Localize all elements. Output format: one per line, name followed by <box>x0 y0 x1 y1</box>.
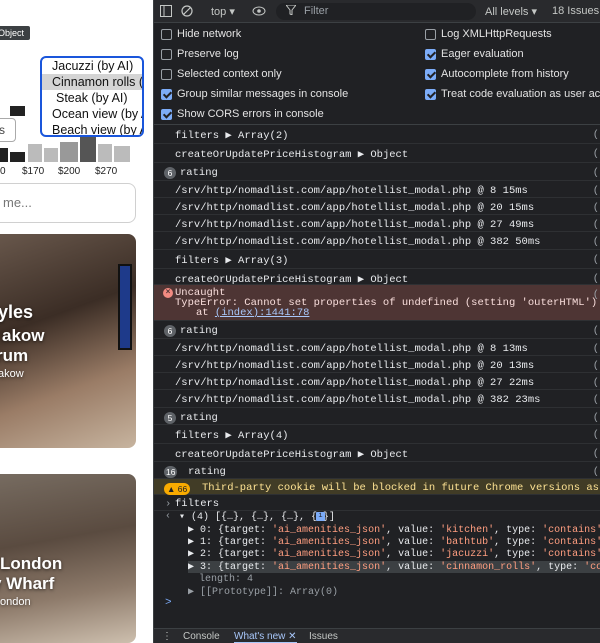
error-icon: × <box>163 288 173 298</box>
live-expression-eye-icon[interactable] <box>252 5 266 20</box>
object-tooltip: Object <box>0 26 31 40</box>
log-row[interactable]: filters ▶ Array(2)( <box>154 125 600 144</box>
console-output: filters ▶ Array(2)( createOrUpdatePriceH… <box>154 125 600 628</box>
devtools-panel: top ▾ Filter All levels ▾ 18 Issues: Hid… <box>153 0 600 643</box>
price-label: $270 <box>95 166 118 177</box>
listbox-option[interactable]: Steak (by AI) <box>42 90 142 106</box>
log-row-group[interactable]: 6 rating( <box>154 321 600 339</box>
log-row[interactable]: /srv/http/nomadlist.com/app/hotellist_mo… <box>154 215 600 232</box>
console-toolbar: top ▾ Filter All levels ▾ 18 Issues: <box>154 0 600 23</box>
hotel-name-line: y Wharf <box>0 574 55 593</box>
hotel-city: ondon <box>0 596 31 608</box>
input-chevron-icon: › <box>165 498 172 510</box>
log-row[interactable]: /srv/http/nomadlist.com/app/hotellist_mo… <box>154 339 600 356</box>
log-row[interactable]: createOrUpdatePriceHistogram ▶ Object( <box>154 269 600 286</box>
input-echo-row[interactable]: › filters <box>154 495 600 511</box>
repeat-count-badge: 16 <box>164 466 178 478</box>
tab-whats-new[interactable]: What's new ✕ <box>234 631 297 643</box>
info-icon: i <box>316 512 325 521</box>
log-row-group[interactable]: 16 rating( <box>154 462 600 479</box>
repeat-count-badge: 5 <box>164 412 176 424</box>
log-row-group[interactable]: 6 rating( <box>154 163 600 181</box>
filter-input[interactable]: Filter <box>276 3 476 20</box>
error-row[interactable]: × Uncaught TypeError: Cannot set propert… <box>154 285 600 321</box>
log-row[interactable]: /srv/http/nomadlist.com/app/hotellist_mo… <box>154 232 600 250</box>
tab-issues[interactable]: Issues <box>309 631 338 642</box>
log-row[interactable]: /srv/http/nomadlist.com/app/hotellist_mo… <box>154 356 600 373</box>
sidebar-toggle-icon[interactable] <box>160 5 172 20</box>
repeat-count-badge: 6 <box>164 167 176 179</box>
array-item[interactable]: ▶ 0: {target: 'ai_amenities_json', value… <box>188 524 600 536</box>
price-label: $200 <box>58 166 81 177</box>
result-array-tree[interactable]: ‹ ▾ (4) [{…}, {…}, {…}, {…}] i ▶ 0: {tar… <box>154 511 600 611</box>
listbox-option-selected[interactable]: Cinnamon rolls (b <box>42 74 142 90</box>
price-label: 0 <box>0 166 6 177</box>
warning-count-badge: ▲ 66 <box>164 483 191 495</box>
drawer-tab-bar: ⋮ Console What's new ✕ Issues <box>154 628 600 643</box>
array-item-hovered[interactable]: ▶ 3: {target: 'ai_amenities_json', value… <box>188 561 600 573</box>
hotel-name-line: ntrum <box>0 346 29 365</box>
hotel-card[interactable]: London y Wharf ondon <box>0 474 136 643</box>
log-row[interactable]: filters ▶ Array(4)( <box>154 425 600 444</box>
log-row[interactable]: /srv/http/nomadlist.com/app/hotellist_mo… <box>154 390 600 408</box>
listbox-option[interactable]: Ocean view (by A <box>42 106 142 122</box>
log-row[interactable]: /srv/http/nomadlist.com/app/hotellist_mo… <box>154 198 600 215</box>
search-input[interactable]: me... <box>0 183 136 223</box>
webpage-background: Object s Jacuzzi (by AI) Cinnamon rolls … <box>0 0 153 643</box>
console-prompt[interactable]: > <box>165 597 172 609</box>
array-summary[interactable]: ▾ (4) [{…}, {…}, {…}, {…}] <box>179 511 335 523</box>
array-item[interactable]: ▶ 1: {target: 'ai_amenities_json', value… <box>188 536 600 548</box>
drawer-menu-icon[interactable]: ⋮ <box>162 631 172 642</box>
tab-console[interactable]: Console <box>183 631 220 642</box>
log-row[interactable]: createOrUpdatePriceHistogram ▶ Object( <box>154 444 600 462</box>
filter-icon <box>284 4 298 18</box>
tv-image-detail <box>118 264 132 350</box>
listbox-option[interactable]: Beach view (by A <box>42 122 142 135</box>
console-settings-pane: Hide network Preserve log Selected conte… <box>154 23 600 125</box>
log-row[interactable]: /srv/http/nomadlist.com/app/hotellist_mo… <box>154 373 600 390</box>
context-selector[interactable]: top ▾ <box>211 5 235 18</box>
listbox-option[interactable]: Jacuzzi (by AI) <box>42 58 142 74</box>
log-levels-dropdown[interactable]: All levels ▾ <box>485 5 537 18</box>
source-link[interactable]: (index):1441:78 <box>215 307 310 319</box>
warning-row[interactable]: ▲ 66 Third-party cookie will be blocked … <box>154 479 600 495</box>
amenity-listbox[interactable]: Jacuzzi (by AI) Cinnamon rolls (b Steak … <box>40 56 144 137</box>
log-row[interactable]: /srv/http/nomadlist.com/app/hotellist_mo… <box>154 181 600 198</box>
output-chevron-icon: ‹ <box>165 511 172 522</box>
log-row-group[interactable]: 5 rating( <box>154 408 600 425</box>
array-length: length: 4 <box>199 574 254 585</box>
array-prototype[interactable]: ▶ [[Prototype]]: Array(0) <box>188 586 338 598</box>
hotel-city: akow <box>0 368 24 380</box>
array-item[interactable]: ▶ 2: {target: 'ai_amenities_json', value… <box>188 548 600 560</box>
sort-box[interactable]: s <box>0 118 16 142</box>
hotel-name-line: Styles <box>0 302 34 322</box>
filter-placeholder: Filter <box>304 5 329 17</box>
hotel-name-line: akow <box>2 326 45 345</box>
hotel-name-line: London <box>0 554 63 573</box>
hotel-card[interactable]: Styles akow ntrum akow <box>0 234 136 448</box>
log-row[interactable]: createOrUpdatePriceHistogram ▶ Object( <box>154 144 600 163</box>
log-row[interactable]: filters ▶ Array(3)( <box>154 250 600 269</box>
price-label: $170 <box>22 166 45 177</box>
repeat-count-badge: 6 <box>164 325 176 337</box>
issues-counter[interactable]: 18 Issues: <box>552 5 600 17</box>
clear-console-icon[interactable] <box>181 5 193 20</box>
